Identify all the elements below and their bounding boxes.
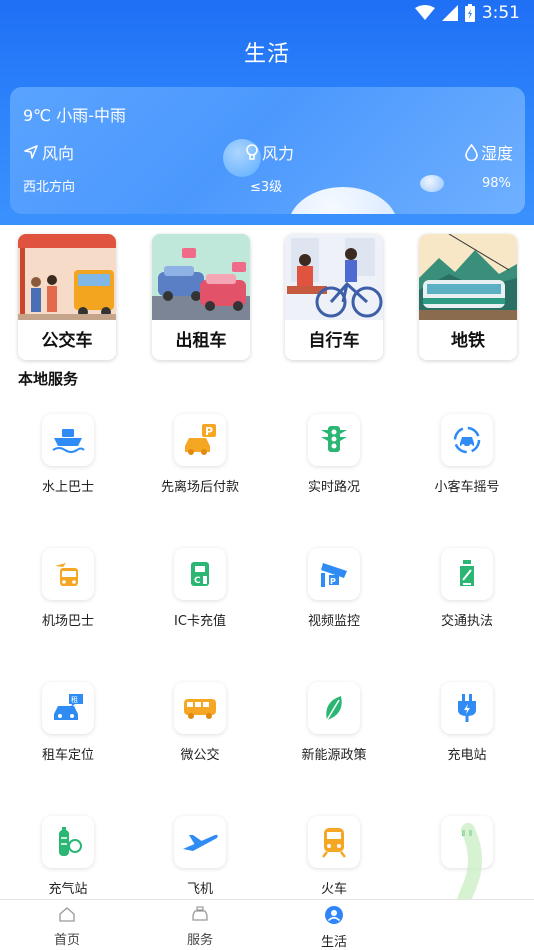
status-time: 3:51 <box>481 3 520 23</box>
transport-categories: 公交车 出租车 自行车 地铁 <box>0 234 534 362</box>
category-bicycle[interactable]: 自行车 <box>285 234 383 360</box>
traffic-police-icon <box>441 548 493 600</box>
service-charging-station[interactable]: 充电站 <box>412 682 522 763</box>
tab-services[interactable]: 服务 <box>160 906 240 948</box>
status-bar: 3:51 <box>0 0 534 28</box>
wind-bulb-icon <box>246 143 258 160</box>
signal-icon <box>441 5 458 21</box>
wind-direction-value: 西北方向 <box>23 180 76 195</box>
decor-blob-small <box>420 175 444 192</box>
taxi-icon <box>192 906 208 921</box>
wifi-icon <box>414 5 435 20</box>
service-label: 机场巴士 <box>41 614 94 629</box>
charging-plug-icon <box>441 682 493 734</box>
service-ic-card-recharge[interactable]: C IC卡充值 <box>145 548 255 629</box>
service-pay-after-leave[interactable]: P 先离场后付款 <box>145 414 255 495</box>
category-label: 公交车 <box>41 331 93 351</box>
ferry-icon <box>42 414 94 466</box>
taxi-illustration-icon <box>152 234 250 320</box>
header: 3:51 生活 9℃ 小雨-中雨 风向 西北方向 风力 ≤3级 湿度 98% <box>0 0 534 225</box>
bicycle-illustration-icon <box>285 234 383 320</box>
wind-power: 风力 <box>245 140 294 164</box>
service-airplane[interactable]: 飞机 <box>145 816 255 897</box>
service-micro-bus[interactable]: 微公交 <box>145 682 255 763</box>
service-label: 充电站 <box>447 748 487 763</box>
battery-icon <box>464 4 475 22</box>
service-train[interactable]: 火车 <box>279 816 389 897</box>
svg-text:P: P <box>330 577 336 586</box>
tab-home[interactable]: 首页 <box>27 906 107 948</box>
service-label: 租车定位 <box>41 748 94 763</box>
water-drop-icon <box>465 143 478 161</box>
metro-illustration-icon <box>419 234 517 320</box>
car-lottery-icon <box>441 414 493 466</box>
service-label: 交通执法 <box>440 614 493 629</box>
humidity: 湿度 <box>465 140 513 164</box>
home-icon <box>59 907 75 922</box>
page-title: 生活 <box>243 42 290 67</box>
airplane-icon <box>174 816 226 868</box>
camera-icon: P <box>308 548 360 600</box>
service-label: 水上巴士 <box>41 480 94 495</box>
service-label: 先离场后付款 <box>160 480 239 495</box>
service-live-traffic[interactable]: 实时路况 <box>279 414 389 495</box>
tab-life[interactable]: 生活 <box>294 906 374 950</box>
navigation-arrow-icon <box>24 145 38 159</box>
service-label: 火车 <box>320 882 347 897</box>
gas-cylinder-icon <box>42 816 94 868</box>
service-traffic-enforcement[interactable]: 交通执法 <box>412 548 522 629</box>
tab-label: 首页 <box>53 933 80 948</box>
wind-power-label: 风力 <box>262 144 295 163</box>
train-icon <box>308 816 360 868</box>
minibus-icon <box>174 682 226 734</box>
category-label: 出租车 <box>175 331 227 351</box>
tab-label: 生活 <box>320 935 347 950</box>
ic-card-recharge-icon: C <box>174 548 226 600</box>
service-video-monitoring[interactable]: P 视频监控 <box>279 548 389 629</box>
service-gas-station[interactable]: 充气站 <box>13 816 123 897</box>
humidity-value: 98% <box>482 176 511 191</box>
wind-direction: 风向 <box>23 140 74 164</box>
wind-direction-label: 风向 <box>42 144 75 163</box>
service-label: 小客车摇号 <box>434 480 500 495</box>
category-label: 地铁 <box>451 331 485 351</box>
svg-text:P: P <box>205 425 213 438</box>
category-label: 自行车 <box>308 331 360 351</box>
wind-power-value: ≤3级 <box>250 180 283 195</box>
service-label: 飞机 <box>186 882 213 897</box>
parking-car-icon: P <box>174 414 226 466</box>
weather-card: 9℃ 小雨-中雨 风向 西北方向 风力 ≤3级 湿度 98% <box>10 87 525 214</box>
decor-blob-bottom <box>288 187 398 214</box>
service-label: IC卡充值 <box>174 614 226 629</box>
humidity-label: 湿度 <box>481 144 514 163</box>
weather-summary: 9℃ 小雨-中雨 <box>23 106 127 125</box>
bottom-tabbar: 首页 服务 生活 <box>0 899 534 950</box>
bus-illustration-icon <box>18 234 116 320</box>
category-bus[interactable]: 公交车 <box>18 234 116 360</box>
service-new-energy-policy[interactable]: 新能源政策 <box>279 682 389 763</box>
service-water-bus[interactable]: 水上巴士 <box>13 414 123 495</box>
category-metro[interactable]: 地铁 <box>419 234 517 360</box>
airport-bus-icon <box>42 548 94 600</box>
svg-text:租: 租 <box>71 696 78 704</box>
svg-text:C: C <box>194 576 201 586</box>
service-label: 实时路况 <box>307 480 360 495</box>
service-label: 视频监控 <box>307 614 360 629</box>
user-circle-icon <box>325 906 343 924</box>
service-airport-bus[interactable]: 机场巴士 <box>13 548 123 629</box>
service-label: 充气站 <box>48 882 88 897</box>
leaf-icon <box>308 682 360 734</box>
service-rental-car-location[interactable]: 租 租车定位 <box>13 682 123 763</box>
rental-car-icon: 租 <box>42 682 94 734</box>
category-taxi[interactable]: 出租车 <box>152 234 250 360</box>
service-car-lottery[interactable]: 小客车摇号 <box>412 414 522 495</box>
tab-label: 服务 <box>186 933 213 948</box>
traffic-light-icon <box>308 414 360 466</box>
service-label: 微公交 <box>180 748 220 763</box>
local-services-title: 本地服务 <box>18 370 79 388</box>
service-label: 新能源政策 <box>301 748 367 763</box>
